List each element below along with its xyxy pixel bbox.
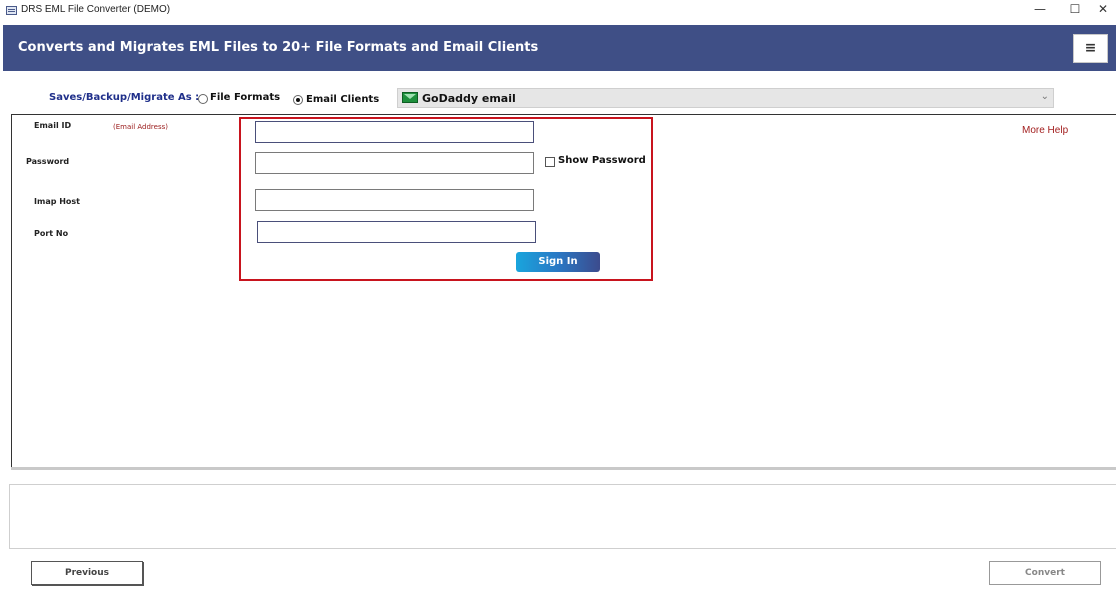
email-id-label: Email ID <box>34 121 72 130</box>
log-output-panel <box>9 484 1116 549</box>
window-titlebar: DRS EML File Converter (DEMO) — ☐ ✕ <box>0 0 1116 22</box>
email-client-select[interactable]: GoDaddy email ⌄ <box>397 88 1054 108</box>
email-id-input[interactable] <box>255 121 534 143</box>
close-button[interactable]: ✕ <box>1088 0 1116 20</box>
minimize-button[interactable]: — <box>1025 0 1055 20</box>
maximize-button[interactable]: ☐ <box>1060 0 1090 20</box>
password-label: Password <box>26 157 70 166</box>
imap-host-label: Imap Host <box>34 197 80 206</box>
password-input[interactable] <box>255 152 534 174</box>
convert-button[interactable]: Convert <box>989 561 1101 585</box>
window-title: DRS EML File Converter (DEMO) <box>21 4 171 15</box>
show-password-label[interactable]: Show Password <box>558 155 646 166</box>
hamburger-menu-icon: ≡ <box>1084 40 1097 56</box>
file-formats-radio[interactable] <box>198 94 208 104</box>
file-formats-radio-label[interactable]: File Formats <box>210 92 280 103</box>
email-address-hint: (Email Address) <box>113 123 168 131</box>
save-as-label: Saves/Backup/Migrate As : <box>49 92 200 103</box>
imap-host-input[interactable] <box>255 189 534 211</box>
hamburger-menu-button[interactable]: ≡ <box>1073 34 1108 63</box>
sign-in-button[interactable]: Sign In <box>516 252 600 272</box>
app-logo-icon <box>6 6 17 15</box>
more-help-link[interactable]: More Help <box>1022 125 1068 136</box>
email-clients-radio-label[interactable]: Email Clients <box>306 94 379 105</box>
previous-button[interactable]: Previous <box>31 561 143 585</box>
email-clients-radio[interactable] <box>293 95 303 105</box>
port-no-input[interactable] <box>257 221 536 243</box>
show-password-checkbox[interactable] <box>545 157 555 167</box>
header-banner: Converts and Migrates EML Files to 20+ F… <box>3 25 1116 71</box>
green-mail-icon <box>402 92 418 103</box>
main-panel-divider <box>11 467 1116 470</box>
chevron-down-icon: ⌄ <box>1040 91 1049 102</box>
banner-headline: Converts and Migrates EML Files to 20+ F… <box>18 40 539 55</box>
port-no-label: Port No <box>34 229 69 238</box>
email-client-selected-value: GoDaddy email <box>422 92 516 105</box>
